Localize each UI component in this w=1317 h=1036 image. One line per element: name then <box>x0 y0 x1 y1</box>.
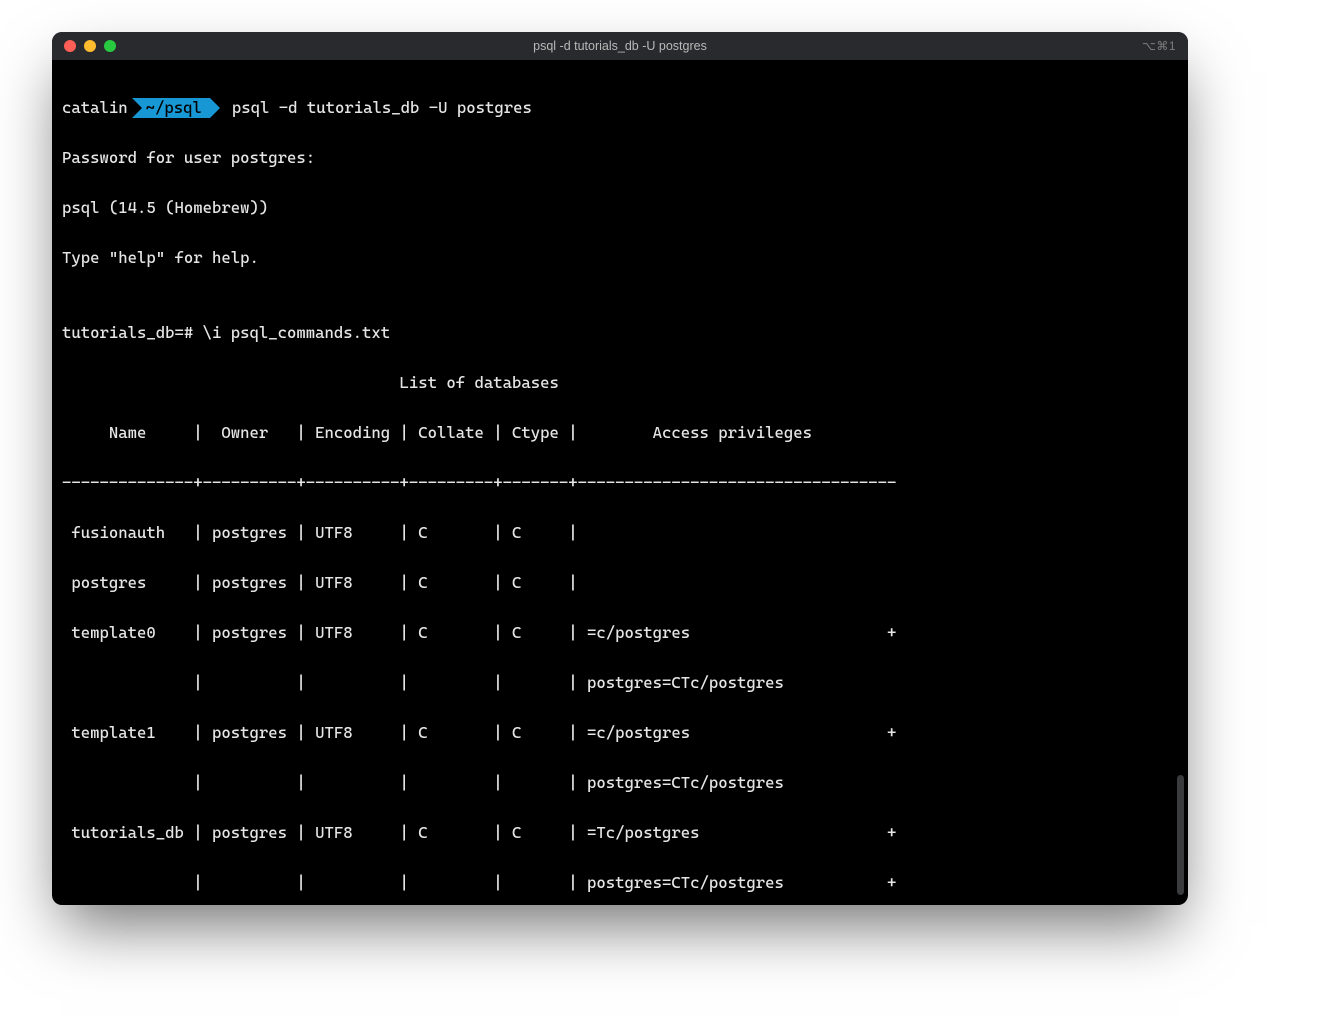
table-row: tutorials_db | postgres | UTF8 | C | C |… <box>62 820 1176 845</box>
terminal-window: psql -d tutorials_db -U postgres ⌥⌘1 cat… <box>52 32 1188 905</box>
prompt-line: catalin~/psql psql -d tutorials_db -U pos… <box>62 95 1176 120</box>
table-rule: --------------+----------+----------+---… <box>62 470 1176 495</box>
prompt-command: psql -d tutorials_db -U postgres <box>232 95 532 120</box>
titlebar: psql -d tutorials_db -U postgres ⌥⌘1 <box>52 32 1188 60</box>
table-row: template0 | postgres | UTF8 | C | C | =c… <box>62 620 1176 645</box>
scroll-thumb[interactable] <box>1177 775 1184 895</box>
table-row: fusionauth | postgres | UTF8 | C | C | <box>62 520 1176 545</box>
stage: psql -d tutorials_db -U postgres ⌥⌘1 cat… <box>0 0 1317 1036</box>
traffic-lights <box>52 40 116 52</box>
table-header: Name | Owner | Encoding | Collate | Ctyp… <box>62 420 1176 445</box>
window-shortcut: ⌥⌘1 <box>1142 39 1176 53</box>
table-row: template1 | postgres | UTF8 | C | C | =c… <box>62 720 1176 745</box>
prompt-user: catalin <box>62 95 128 120</box>
table-title: List of databases <box>62 370 1176 395</box>
output-line: tutorials_db=# \i psql_commands.txt <box>62 320 1176 345</box>
scrollbar[interactable] <box>1177 100 1184 895</box>
close-icon[interactable] <box>64 40 76 52</box>
output-line: Type "help" for help. <box>62 245 1176 270</box>
terminal-body[interactable]: catalin~/psql psql -d tutorials_db -U pos… <box>52 60 1188 905</box>
prompt-path: ~/psql <box>132 98 210 118</box>
zoom-icon[interactable] <box>104 40 116 52</box>
table-row: | | | | | postgres=CTc/postgres <box>62 670 1176 695</box>
table-row: | | | | | postgres=CTc/postgres + <box>62 870 1176 895</box>
table-row: | | | | | postgres=CTc/postgres <box>62 770 1176 795</box>
window-title: psql -d tutorials_db -U postgres <box>52 39 1188 53</box>
output-line: Password for user postgres: <box>62 145 1176 170</box>
prompt-path-text: ~/psql <box>132 98 210 118</box>
table-row: postgres | postgres | UTF8 | C | C | <box>62 570 1176 595</box>
output-line: psql (14.5 (Homebrew)) <box>62 195 1176 220</box>
minimize-icon[interactable] <box>84 40 96 52</box>
